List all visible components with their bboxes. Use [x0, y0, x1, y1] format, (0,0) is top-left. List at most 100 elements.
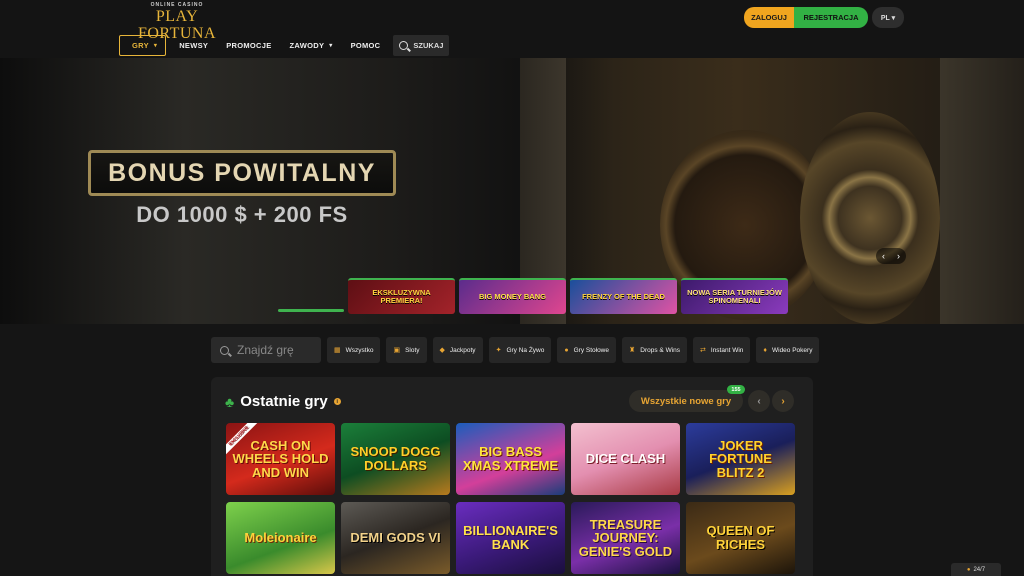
nav-search-label: SZUKAJ [413, 40, 444, 50]
bonus-title-box: BONUS POWITALNY [88, 150, 396, 196]
chat-label: 24/7 [973, 566, 986, 573]
main-nav: GRY ▾ NEWSY PROMOCJE ZAWODY ▾ POMOC SZUK… [119, 34, 450, 56]
filter-chip-table[interactable]: ● Gry Stołowe [557, 337, 616, 363]
game-tile[interactable]: EXCLUSIVE CASH ON WHEELS HOLD AND WIN [226, 423, 335, 495]
game-title: JOKER FORTUNE BLITZ 2 [709, 437, 772, 480]
login-button[interactable]: ZALOGUJ [744, 7, 794, 28]
game-tile[interactable]: BIG BASS XMAS XTREME [456, 423, 565, 495]
page: ONLINE CASINO PLAY FORTUNA GRY ▾ NEWSY P… [0, 0, 1024, 576]
hero-vault-wheel [800, 112, 940, 324]
recent-games-panel: ♣ Ostatnie gry i Wszystkie nowe gry 155 … [211, 377, 813, 576]
slot-icon: ▣ [393, 347, 401, 354]
game-search-box[interactable] [211, 337, 321, 363]
hero-banner[interactable]: BONUS POWITALNY DO 1000 $ + 200 FS ‹ › E… [0, 58, 1024, 324]
game-title: BIG BASS XMAS XTREME [462, 444, 559, 473]
filter-chip-drops[interactable]: ♜ Drops & Wins [622, 337, 688, 363]
poker-icon: ♦ [763, 346, 767, 354]
game-tile[interactable]: TREASURE JOURNEY: GENIE'S GOLD [571, 502, 680, 574]
bonus-title: BONUS POWITALNY [108, 158, 376, 187]
bonus-amount: DO 1000 $ + 200 FS [136, 202, 348, 227]
game-title: DICE CLASH [585, 451, 666, 467]
game-filters: ▦ Wszystko ▣ Sloty ◆ Jackpoty ✦ Gry Na Ż… [211, 337, 825, 363]
filter-chip-label: Jackpoty [449, 346, 476, 354]
filter-chip-all[interactable]: ▦ Wszystko [327, 337, 381, 363]
filter-chip-label: Sloty [405, 346, 420, 354]
carousel-prev-button[interactable]: ‹ [748, 390, 770, 412]
game-title: QUEEN OF RICHES [706, 523, 775, 552]
filter-chip-label: Wideo Pokery [771, 346, 813, 354]
filter-chip-label: Drops & Wins [640, 346, 681, 354]
chevron-down-icon: ▾ [329, 42, 333, 49]
filter-chip-live[interactable]: ✦ Gry Na Żywo [488, 337, 552, 363]
nav-item-label: PROMOCJE [226, 40, 272, 50]
jackpot-icon: ◆ [439, 347, 445, 354]
filter-chip-jackpots[interactable]: ◆ Jackpoty [432, 337, 483, 363]
hero-background-wall [940, 58, 1024, 324]
nav-item-label: NEWSY [179, 40, 209, 50]
game-tile[interactable]: Moleionaire [226, 502, 335, 574]
grid-icon: ▦ [334, 347, 341, 354]
language-selector[interactable]: PL ▾ [872, 7, 904, 28]
game-search-input[interactable] [237, 343, 315, 357]
drops-icon: ♜ [629, 347, 636, 354]
header: ONLINE CASINO PLAY FORTUNA GRY ▾ NEWSY P… [0, 0, 1024, 58]
logo[interactable]: ONLINE CASINO PLAY FORTUNA [118, 2, 236, 42]
slider-tab[interactable]: FRENZY OF THE DEAD [570, 278, 677, 314]
all-new-games-button[interactable]: Wszystkie nowe gry [629, 390, 743, 412]
slider-active-indicator[interactable] [278, 278, 344, 314]
game-title: BILLIONAIRE'S BANK [463, 523, 558, 552]
chip-icon: ● [564, 346, 569, 354]
live-icon: ✦ [495, 347, 502, 354]
game-tile[interactable]: JOKER FORTUNE BLITZ 2 [686, 423, 795, 495]
info-icon[interactable]: i [333, 398, 341, 405]
game-title: Moleionaire [244, 530, 317, 546]
chat-icon: ● [966, 566, 971, 573]
search-icon [220, 345, 229, 355]
game-title: CASH ON WHEELS HOLD AND WIN [232, 437, 329, 480]
nav-item-promocje[interactable]: PROMOCJE [217, 35, 280, 56]
game-tile[interactable]: DEMI GODS VI [341, 502, 450, 574]
nav-item-pomoc[interactable]: POMOC [342, 35, 390, 56]
search-icon [399, 40, 409, 50]
game-title: SNOOP DOGG DOLLARS [350, 444, 441, 473]
auth-buttons: ZALOGUJ REJESTRACJA [744, 7, 868, 28]
section-title-text: Ostatnie gry [240, 393, 328, 410]
section-title: ♣ Ostatnie gry i [225, 393, 341, 410]
game-tile[interactable]: DICE CLASH [571, 423, 680, 495]
filter-chip-label: Gry Na Żywo [506, 346, 545, 354]
new-games-count-badge: 155 [727, 385, 745, 394]
game-tile[interactable]: QUEEN OF RICHES [686, 502, 795, 574]
slider-tab[interactable]: BIG MONEY BANG [459, 278, 566, 314]
hero-slider-arrows: ‹ › [876, 248, 906, 264]
nav-item-label: ZAWODY [289, 40, 325, 50]
game-tile[interactable]: SNOOP DOGG DOLLARS [341, 423, 450, 495]
clover-icon: ♣ [225, 393, 235, 410]
register-button[interactable]: REJESTRACJA [794, 7, 868, 28]
filter-chip-instant[interactable]: ⇄ Instant Win [693, 337, 751, 363]
filter-chip-label: Wszystko [345, 346, 374, 354]
hero-slider-tabs: EKSKLUZYWNA PREMIERA! BIG MONEY BANG FRE… [278, 278, 792, 314]
slider-next-button[interactable]: › [897, 251, 900, 261]
slider-progress-bar [278, 309, 344, 312]
game-title: DEMI GODS VI [350, 530, 441, 546]
nav-item-newsy[interactable]: NEWSY [170, 35, 217, 56]
games-grid: EXCLUSIVE CASH ON WHEELS HOLD AND WIN SN… [226, 423, 795, 574]
filter-chip-label: Instant Win [710, 346, 744, 354]
slider-prev-button[interactable]: ‹ [882, 251, 885, 261]
instant-win-icon: ⇄ [700, 347, 706, 354]
nav-search-button[interactable]: SZUKAJ [393, 34, 450, 56]
slider-tab[interactable]: EKSKLUZYWNA PREMIERA! [348, 278, 455, 314]
carousel-next-button[interactable]: › [772, 390, 794, 412]
filter-chip-slots[interactable]: ▣ Sloty [386, 337, 427, 363]
nav-item-label: GRY [132, 40, 149, 50]
chevron-down-icon: ▾ [153, 42, 158, 49]
nav-item-zawody[interactable]: ZAWODY ▾ [281, 35, 342, 56]
filter-chip-label: Gry Stołowe [573, 346, 609, 354]
game-tile[interactable]: BILLIONAIRE'S BANK [456, 502, 565, 574]
nav-item-gry[interactable]: GRY ▾ [119, 34, 167, 56]
game-title: TREASURE JOURNEY: GENIE'S GOLD [578, 516, 673, 559]
filter-chip-poker[interactable]: ♦ Wideo Pokery [756, 337, 820, 363]
nav-item-label: POMOC [350, 40, 381, 50]
support-chat-button[interactable]: ● 24/7 [951, 563, 1001, 576]
slider-tab[interactable]: NOWA SERIA TURNIEJÓW SPINOMENALI [681, 278, 788, 314]
